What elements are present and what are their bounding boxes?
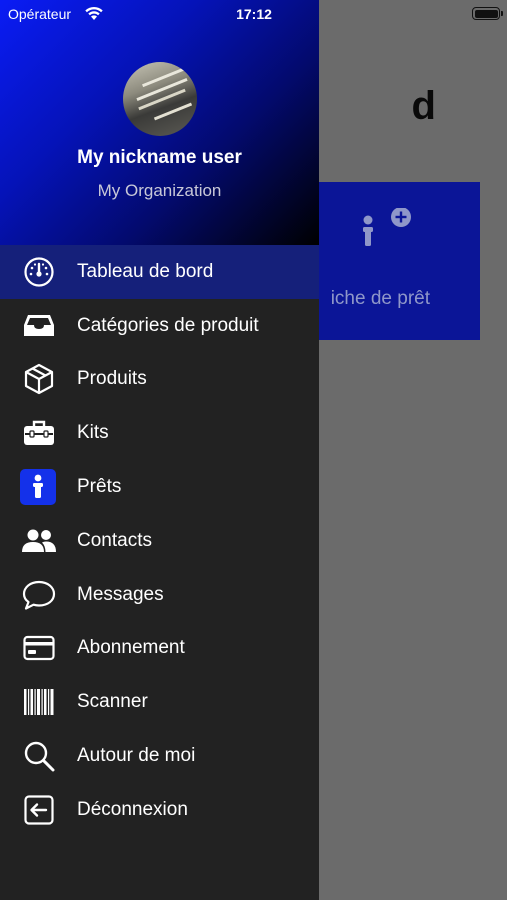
menu-item-product-categories[interactable]: Catégories de produit <box>0 299 319 353</box>
wifi-icon <box>85 6 103 20</box>
new-loan-card[interactable]: iche de prêt <box>300 182 480 340</box>
menu-item-loans[interactable]: Prêts <box>0 460 319 514</box>
barcode-icon <box>22 685 56 719</box>
menu-item-label: Prêts <box>77 476 122 498</box>
status-bar: Opérateur 17:12 <box>0 0 507 28</box>
menu-item-label: Produits <box>77 368 147 390</box>
organization-name: My Organization <box>97 181 222 200</box>
toolbox-icon <box>22 416 56 450</box>
menu-item-nearby[interactable]: Autour de moi <box>0 729 319 783</box>
info-icon <box>20 469 56 506</box>
avatar[interactable] <box>123 62 197 136</box>
drawer-header: My nickname user My Organization <box>0 0 319 245</box>
menu-item-products[interactable]: Produits <box>0 353 319 407</box>
navigation-drawer: My nickname user My Organization Tableau… <box>0 0 319 900</box>
magnifier-icon <box>22 739 56 773</box>
menu-item-scanner[interactable]: Scanner <box>0 675 319 729</box>
user-name: My nickname user <box>77 147 242 168</box>
menu-item-label: Tableau de bord <box>77 260 214 282</box>
menu-item-label: Kits <box>77 422 109 444</box>
logout-icon <box>22 793 56 827</box>
menu-item-label: Autour de moi <box>77 745 196 767</box>
box-cube-icon <box>22 362 56 396</box>
dashboard-gauge-icon <box>22 255 56 289</box>
menu-item-label: Scanner <box>77 691 148 713</box>
chat-bubble-icon <box>22 578 56 612</box>
menu-item-label: Abonnement <box>77 637 185 659</box>
menu-item-subscription[interactable]: Abonnement <box>0 622 319 676</box>
inbox-tray-icon <box>22 309 56 343</box>
menu-item-logout[interactable]: Déconnexion <box>0 783 319 837</box>
battery-icon <box>472 7 503 20</box>
menu-item-label: Contacts <box>77 529 152 551</box>
credit-card-icon <box>22 631 56 665</box>
menu-item-messages[interactable]: Messages <box>0 568 319 622</box>
menu-item-contacts[interactable]: Contacts <box>0 514 319 568</box>
menu-item-label: Messages <box>77 583 164 605</box>
menu-item-label: Déconnexion <box>77 798 188 820</box>
clock: 17:12 <box>236 6 272 22</box>
menu-item-label: Catégories de produit <box>77 314 259 336</box>
menu-item-dashboard[interactable]: Tableau de bord <box>0 245 319 299</box>
people-icon <box>22 524 56 558</box>
carrier-label: Opérateur <box>8 6 72 22</box>
menu-item-kits[interactable]: Kits <box>0 406 319 460</box>
drawer-menu: Tableau de bord Catégories de produit Pr… <box>0 245 319 837</box>
add-loan-icon <box>363 208 411 246</box>
